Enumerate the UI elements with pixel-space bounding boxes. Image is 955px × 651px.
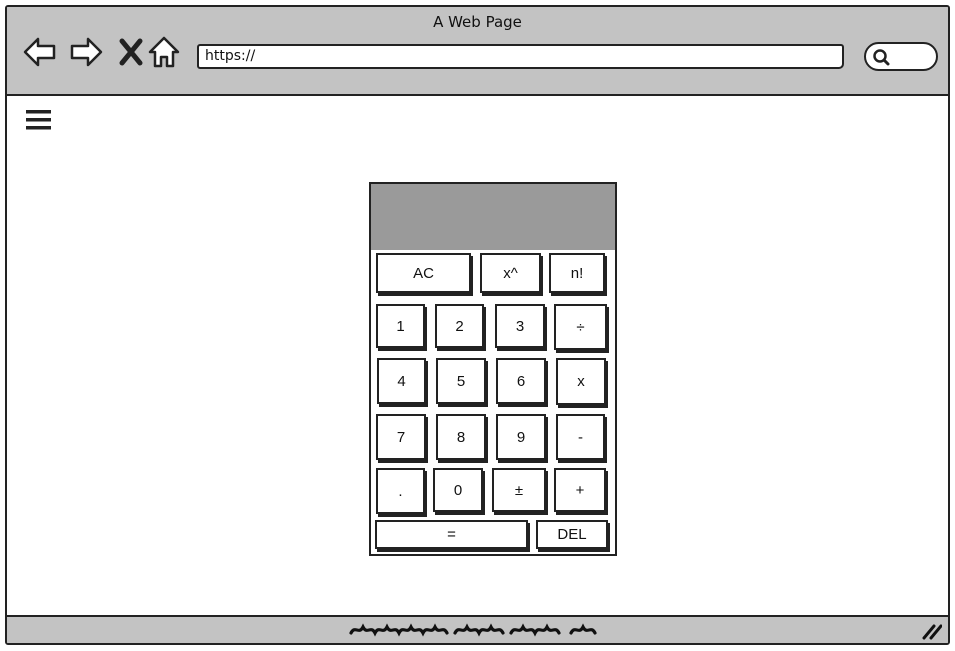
resize-grip-icon[interactable] xyxy=(922,622,942,640)
search-box[interactable] xyxy=(864,42,938,71)
browser-titlebar: A Web Page https:// xyxy=(7,7,948,96)
key-4[interactable]: 4 xyxy=(377,358,426,404)
calculator-display xyxy=(371,184,615,250)
key-delete[interactable]: DEL xyxy=(536,520,608,549)
key-9[interactable]: 9 xyxy=(496,414,546,460)
key-minus[interactable]: - xyxy=(556,414,605,460)
back-arrow-icon[interactable] xyxy=(22,34,58,70)
key-8[interactable]: 8 xyxy=(436,414,486,460)
browser-statusbar xyxy=(7,615,948,643)
scribble-text-placeholder xyxy=(349,623,597,637)
key-1[interactable]: 1 xyxy=(376,304,425,348)
forward-arrow-icon[interactable] xyxy=(68,34,104,70)
hamburger-menu-icon[interactable] xyxy=(25,107,53,135)
key-0[interactable]: 0 xyxy=(433,468,483,512)
key-multiply[interactable]: x xyxy=(556,358,606,405)
browser-window: A Web Page https:// AC x^ n! 1 2 3 ÷ 4 5… xyxy=(5,5,950,645)
key-decimal[interactable]: . xyxy=(376,468,425,514)
key-divide[interactable]: ÷ xyxy=(554,304,607,350)
key-3[interactable]: 3 xyxy=(495,304,545,348)
key-plus[interactable]: + xyxy=(554,468,606,512)
key-factorial[interactable]: n! xyxy=(549,253,605,293)
window-title: A Web Page xyxy=(433,13,522,31)
key-7[interactable]: 7 xyxy=(376,414,426,460)
key-power[interactable]: x^ xyxy=(480,253,541,293)
address-bar[interactable]: https:// xyxy=(197,44,844,69)
key-6[interactable]: 6 xyxy=(496,358,546,404)
calculator: AC x^ n! 1 2 3 ÷ 4 5 6 x 7 8 9 - . 0 ± +… xyxy=(369,182,617,556)
key-ac[interactable]: AC xyxy=(376,253,471,293)
key-2[interactable]: 2 xyxy=(435,304,484,348)
key-5[interactable]: 5 xyxy=(436,358,486,404)
close-x-icon[interactable] xyxy=(113,34,149,70)
search-icon xyxy=(873,49,890,66)
home-icon[interactable] xyxy=(146,34,182,70)
key-equals[interactable]: = xyxy=(375,520,528,549)
key-plus-minus[interactable]: ± xyxy=(492,468,546,512)
